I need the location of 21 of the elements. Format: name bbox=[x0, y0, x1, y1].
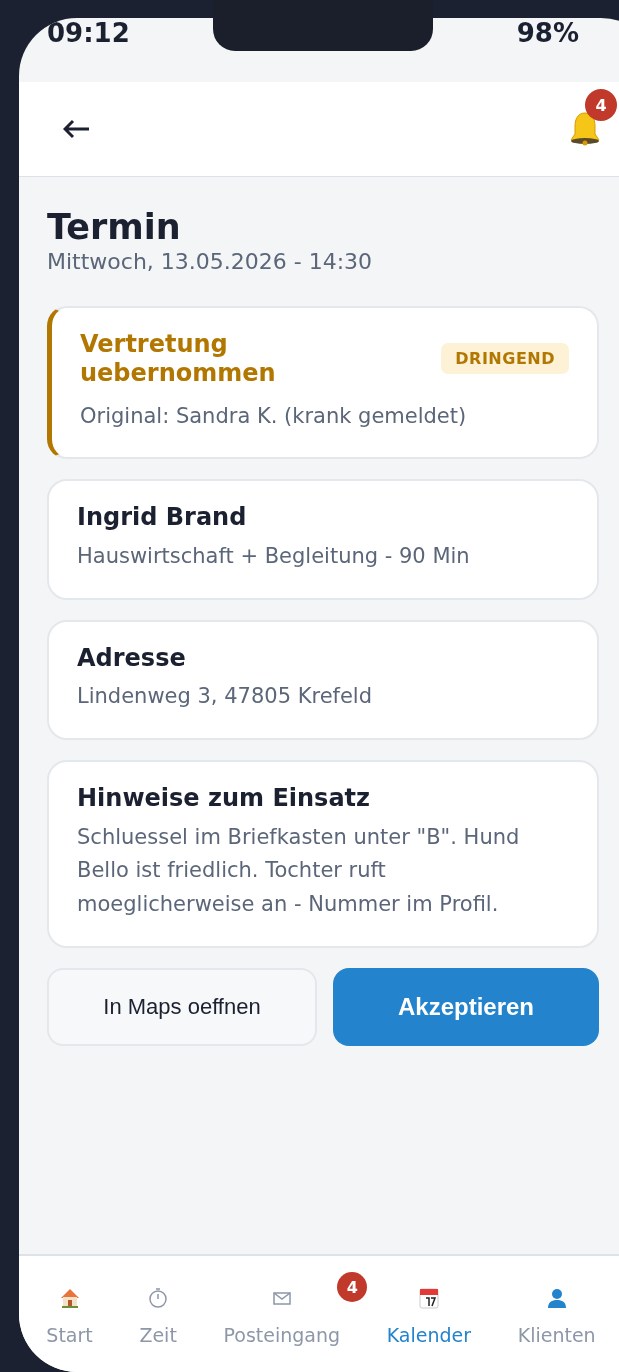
status-time: 09:12 bbox=[47, 18, 130, 50]
card-text: Schluessel im Briefkasten unter "B". Hund Bello ist friedlich. Tochter ruft moeglicherweise an - Nummer im Profil. bbox=[77, 823, 521, 918]
urgency-badge: DRINGEND bbox=[441, 343, 569, 375]
nav-tab[interactable]: Klienten bbox=[494, 1256, 619, 1372]
card-title: Adresse bbox=[77, 643, 186, 673]
card-title: Hinweise zum Einsatz bbox=[77, 783, 371, 813]
calendar-icon bbox=[416, 1286, 441, 1310]
card-title: Ingrid Brand bbox=[77, 503, 247, 532]
card-title: Vertretung uebernommen bbox=[80, 330, 277, 388]
maps-button[interactable]: In Maps oeffnen bbox=[47, 967, 317, 1046]
card-text: Lindenweg 3, 47805 Krefeld bbox=[77, 683, 374, 711]
appointment-date: Mittwoch, 13.05.2026 - 14:30 bbox=[47, 249, 374, 274]
notification-badge: 4 bbox=[585, 89, 617, 121]
nav-tab[interactable]: Zeit bbox=[116, 1256, 201, 1372]
unread-badge: 4 bbox=[337, 1272, 368, 1302]
battery-level: 98% bbox=[516, 18, 579, 50]
page-title: Termin bbox=[47, 207, 182, 247]
nav-tab[interactable]: Start bbox=[23, 1256, 117, 1372]
card-text: Hauswirtschaft + Begleitung - 90 Min bbox=[77, 543, 471, 570]
card-text: Original: Sandra K. (krank gemeldet) bbox=[80, 402, 468, 430]
accept-button[interactable]: Akzeptieren bbox=[333, 967, 599, 1046]
